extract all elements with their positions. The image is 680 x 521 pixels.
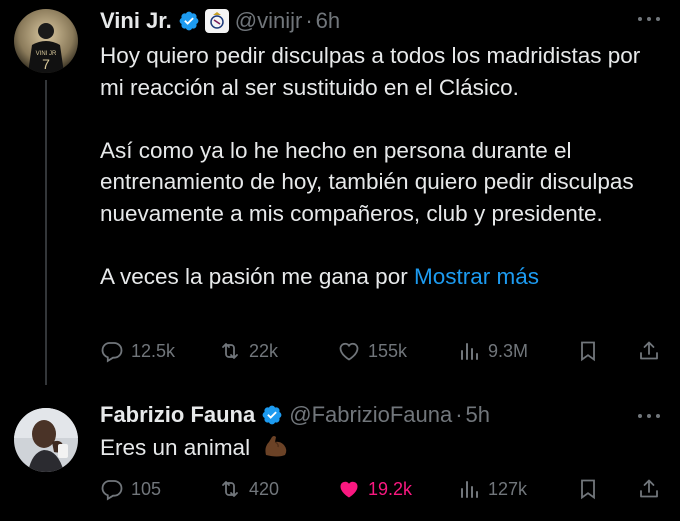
views-icon: [461, 343, 478, 360]
views-icon: [461, 481, 478, 498]
more-icon[interactable]: [636, 14, 662, 24]
views-button[interactable]: 127k: [457, 474, 527, 504]
separator-dot: ·: [455, 402, 463, 427]
bookmark-icon: [581, 341, 595, 362]
author-name[interactable]: Vini Jr.: [100, 8, 172, 34]
tweet-header: Vini Jr. @vinijr · 6h: [100, 6, 340, 36]
reply-button[interactable]: 105: [100, 474, 161, 504]
tweet-paragraph: Así como ya lo he hecho en persona duran…: [100, 137, 634, 226]
reply-button[interactable]: 12.5k: [100, 336, 175, 366]
author-handle[interactable]: @vinijr: [235, 8, 303, 34]
share-button[interactable]: [637, 474, 661, 504]
repost-icon: [222, 343, 238, 359]
like-count: 155k: [368, 340, 408, 361]
verified-badge-icon: [262, 405, 282, 425]
timestamp[interactable]: 5h: [466, 402, 490, 428]
separator-dot: ·: [305, 8, 313, 33]
repost-button[interactable]: 22k: [218, 336, 278, 366]
author-name[interactable]: Fabrizio Fauna: [100, 402, 255, 428]
tweet-paragraph-last: A veces la pasión me gana por Mostrar má…: [100, 261, 660, 293]
tweet-actions: 12.5k 22k 155k 9.3M: [100, 336, 665, 366]
bookmark-button[interactable]: [576, 336, 600, 366]
repost-icon: [222, 481, 238, 497]
views-button[interactable]: 9.3M: [457, 336, 528, 366]
like-count: 19.2k: [368, 478, 413, 499]
tweet-text: Hoy quiero pedir disculpas a todos los m…: [100, 40, 660, 292]
tweet-header: Fabrizio Fauna @FabrizioFauna · 5h: [100, 400, 490, 430]
repost-button[interactable]: 420: [218, 474, 279, 504]
reply-icon: [101, 480, 123, 501]
flexed-biceps-emoji: [265, 436, 287, 457]
views-count: 9.3M: [488, 340, 529, 361]
avatar-fabriziofauna[interactable]: [14, 408, 78, 472]
like-button[interactable]: 155k: [337, 336, 407, 366]
views-count: 127k: [488, 478, 528, 499]
thread-connector-line: [45, 80, 47, 385]
tweet-paragraph: Eres un animal: [100, 435, 251, 460]
affiliation-badge-crest-icon[interactable]: [204, 9, 229, 33]
tweet-actions: 105 420 19.2k 127k: [100, 474, 665, 504]
repost-count: 420: [249, 478, 280, 499]
author-handle[interactable]: @FabrizioFauna: [289, 402, 452, 428]
show-more-link[interactable]: Mostrar más: [414, 264, 539, 289]
bookmark-button[interactable]: [576, 474, 600, 504]
share-icon: [640, 479, 658, 498]
reply-count: 105: [131, 478, 162, 499]
reply-icon: [101, 342, 123, 363]
like-icon: [340, 481, 358, 498]
more-icon[interactable]: [636, 411, 662, 421]
verified-badge-icon: [179, 11, 199, 31]
like-icon: [339, 342, 359, 361]
tweet-text: Eres un animal: [100, 432, 660, 464]
tweet-paragraph-text: A veces la pasión me gana por: [100, 263, 408, 289]
tweet-vinijr[interactable]: VINI JR 7 Vini Jr. @vinijr · 6h Hoy quie…: [0, 0, 680, 385]
reply-count: 12.5k: [131, 340, 176, 361]
svg-text:7: 7: [42, 56, 50, 72]
timestamp[interactable]: 6h: [316, 8, 340, 34]
share-button[interactable]: [637, 336, 661, 366]
repost-count: 22k: [249, 340, 279, 361]
avatar-vinijr[interactable]: VINI JR 7: [14, 9, 78, 73]
like-button[interactable]: 19.2k: [337, 474, 412, 504]
share-icon: [640, 341, 658, 360]
tweet-paragraph: Hoy quiero pedir disculpas a todos los m…: [100, 43, 641, 100]
tweet-fabriziofauna[interactable]: Fabrizio Fauna @FabrizioFauna · 5h Eres …: [0, 385, 680, 521]
bookmark-icon: [581, 479, 595, 500]
